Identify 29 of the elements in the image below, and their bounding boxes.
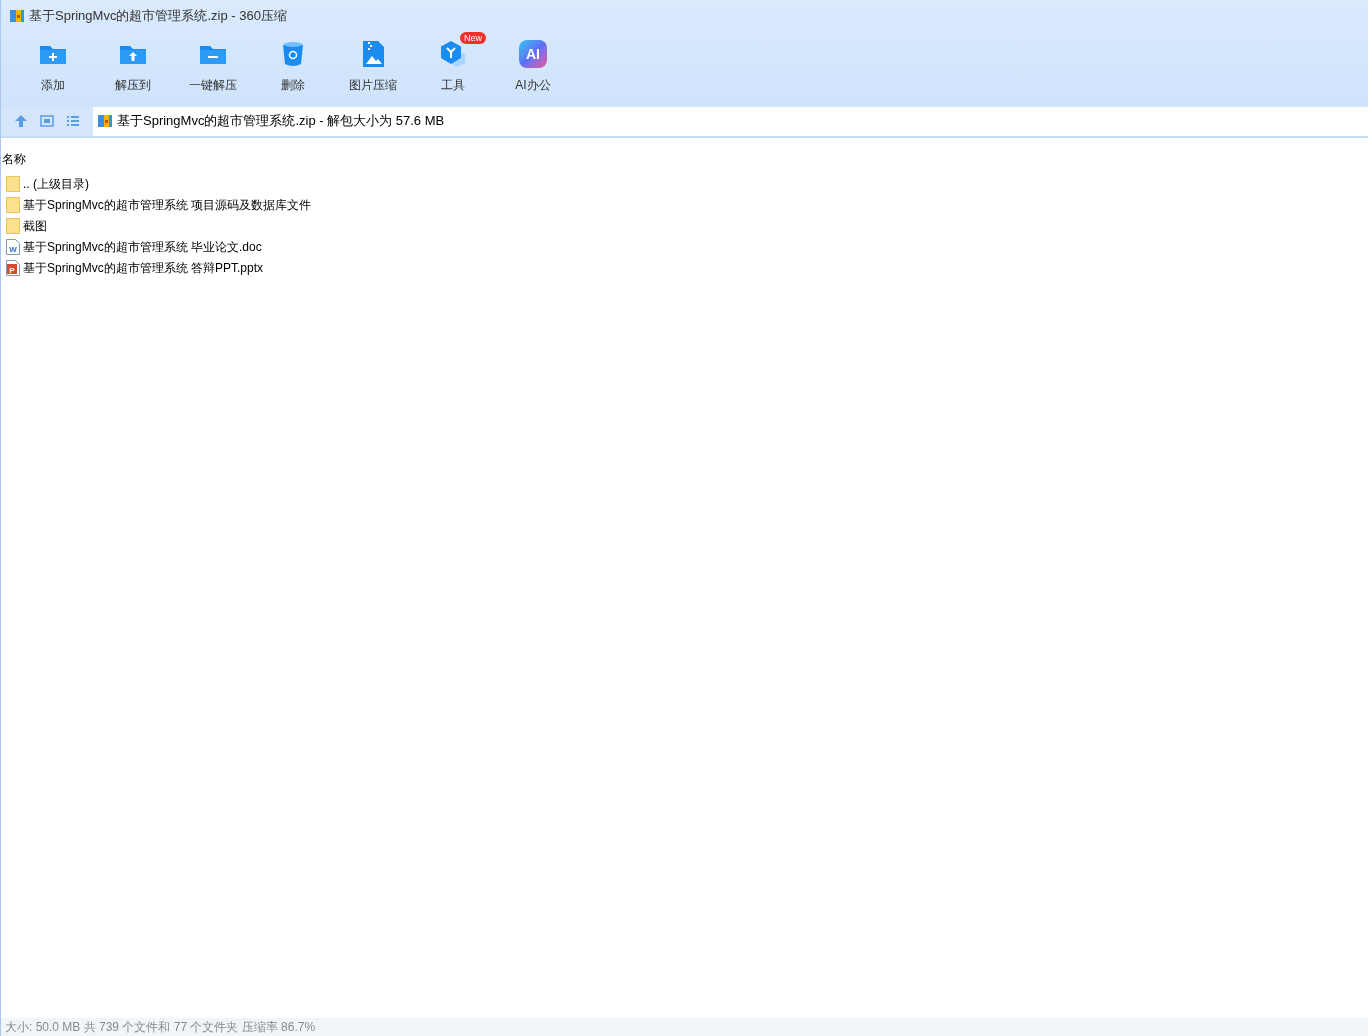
new-badge: New [460, 32, 486, 44]
address-bar[interactable]: 基于SpringMvc的超市管理系统.zip - 解包大小为 57.6 MB [93, 106, 1368, 136]
archive-icon [9, 8, 25, 24]
list-view-icon[interactable] [65, 113, 81, 129]
file-name[interactable]: 基于SpringMvc的超市管理系统 答辩PPT.pptx [23, 258, 264, 277]
status-text: 大小: 50.0 MB 共 739 个文件和 77 个文件夹 压缩率 86.7% [5, 1019, 316, 1036]
window-title: 基于SpringMvc的超市管理系统.zip - 360压缩 [29, 7, 287, 26]
archive-icon [97, 113, 113, 129]
column-header[interactable]: 名称 [2, 152, 26, 166]
folder-icon [6, 196, 20, 213]
up-arrow-icon[interactable] [13, 113, 29, 129]
folder-icon [6, 217, 20, 234]
toolbar-button[interactable]: 图片压缩 [333, 32, 413, 94]
file-name[interactable]: 截图 [23, 216, 47, 235]
toolbar-button[interactable]: 解压到 [93, 32, 173, 94]
ai-icon: AI [519, 40, 547, 68]
toolbar-button[interactable]: 一键解压 [173, 32, 253, 94]
presentation-file-icon: P [6, 259, 20, 276]
toolbar-button[interactable]: New 工具 [413, 32, 493, 94]
file-name[interactable]: 基于SpringMvc的超市管理系统 项目源码及数据库文件 [23, 195, 312, 214]
archive-path: 基于SpringMvc的超市管理系统.zip - 解包大小为 57.6 MB [117, 112, 445, 131]
file-name[interactable]: 基于SpringMvc的超市管理系统 毕业论文.doc [23, 237, 262, 256]
toolbar-button[interactable]: 添加 [13, 32, 93, 94]
thumbnail-view-icon[interactable] [39, 113, 55, 129]
file-name[interactable]: .. (上级目录) [23, 174, 89, 193]
toolbar-button[interactable]: AI AI办公 [493, 32, 573, 94]
word-document-icon: W [6, 238, 20, 255]
toolbar-button[interactable]: 删除 [253, 32, 333, 94]
folder-icon [6, 175, 20, 192]
